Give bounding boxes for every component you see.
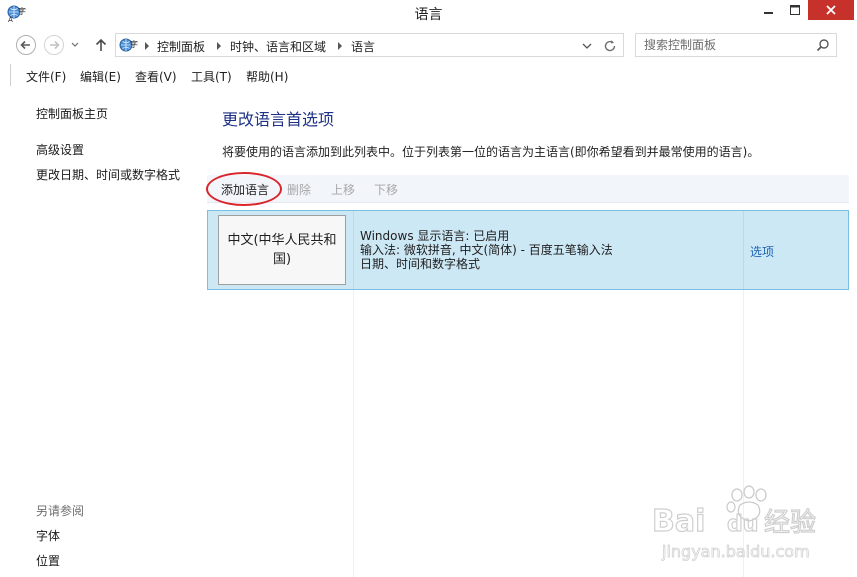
sidebar-link-location[interactable]: 位置 bbox=[36, 552, 60, 569]
row-divider bbox=[353, 211, 354, 289]
page-title: 更改语言首选项 bbox=[222, 110, 335, 129]
maximize-icon bbox=[790, 5, 800, 15]
svg-text:字: 字 bbox=[130, 39, 138, 49]
refresh-icon[interactable] bbox=[602, 38, 618, 54]
language-name-tile[interactable]: 中文(中华人民共和国) bbox=[218, 215, 346, 285]
move-up-button[interactable]: 上移 bbox=[331, 181, 355, 198]
sidebar-link-advanced-settings[interactable]: 高级设置 bbox=[36, 141, 84, 158]
search-icon[interactable] bbox=[816, 38, 830, 52]
language-options-link[interactable]: 选项 bbox=[750, 243, 774, 260]
breadcrumb-separator-icon[interactable] bbox=[144, 42, 150, 50]
menu-edit[interactable]: 编辑(E) bbox=[80, 68, 121, 85]
page-description: 将要使用的语言添加到此列表中。位于列表第一位的语言为主语言(即你希望看到并最常使… bbox=[222, 145, 760, 159]
remove-language-button[interactable]: 删除 bbox=[287, 181, 311, 198]
watermark-url: jingyan.baidu.com bbox=[661, 542, 810, 561]
baidu-jingyan-watermark: Bai du 经验 jingyan.baidu.com bbox=[652, 485, 817, 561]
language-detail-input-method: 输入法: 微软拼音, 中文(简体) - 百度五笔输入法 bbox=[360, 243, 613, 257]
language-details: Windows 显示语言: 已启用 输入法: 微软拼音, 中文(简体) - 百度… bbox=[360, 229, 613, 271]
search-input[interactable] bbox=[636, 34, 811, 56]
language-row[interactable]: 中文(中华人民共和国) Windows 显示语言: 已启用 输入法: 微软拼音,… bbox=[207, 210, 849, 290]
window-title: 语言 bbox=[414, 7, 443, 23]
search-box[interactable] bbox=[635, 33, 837, 57]
watermark-brand-du: du bbox=[727, 512, 758, 537]
add-language-highlight-circle bbox=[206, 172, 282, 206]
menu-file[interactable]: 文件(F) bbox=[26, 68, 66, 85]
menu-tools[interactable]: 工具(T) bbox=[191, 68, 232, 85]
recent-locations-chevron-icon[interactable] bbox=[70, 39, 80, 51]
see-also-heading: 另请参阅 bbox=[36, 504, 85, 518]
address-bar[interactable]: 字 控制面板 时钟、语言和区域 语言 bbox=[115, 33, 624, 57]
menu-bar: 文件(F) 编辑(E) 查看(V) 工具(T) 帮助(H) bbox=[10, 64, 850, 86]
breadcrumb-control-panel[interactable]: 控制面板 bbox=[157, 38, 205, 55]
sidebar-link-change-date-time-format[interactable]: 更改日期、时间或数字格式 bbox=[36, 166, 180, 183]
breadcrumb-clock-language-region[interactable]: 时钟、语言和区域 bbox=[230, 38, 326, 55]
chevron-down-icon[interactable] bbox=[581, 40, 593, 52]
sidebar-link-fonts[interactable]: 字体 bbox=[36, 527, 60, 544]
language-detail-format: 日期、时间和数字格式 bbox=[360, 257, 481, 271]
arrow-left-icon bbox=[20, 40, 30, 50]
menu-view[interactable]: 查看(V) bbox=[135, 68, 177, 85]
language-toolbar: 添加语言 删除 上移 下移 bbox=[207, 175, 849, 203]
maximize-button[interactable] bbox=[782, 0, 808, 20]
move-down-button[interactable]: 下移 bbox=[374, 181, 398, 198]
row-divider bbox=[743, 211, 744, 289]
breadcrumb-separator-icon[interactable] bbox=[216, 42, 222, 50]
minimize-button[interactable] bbox=[756, 0, 782, 20]
breadcrumb-language[interactable]: 语言 bbox=[351, 38, 375, 55]
title-bar: 字 A 语言 bbox=[0, 0, 857, 26]
watermark-brand: Bai bbox=[652, 504, 705, 539]
arrow-up-icon[interactable] bbox=[93, 37, 109, 53]
language-detail-display: Windows 显示语言: 已启用 bbox=[360, 229, 510, 243]
address-row: 字 控制面板 时钟、语言和区域 语言 bbox=[0, 30, 857, 60]
close-button[interactable] bbox=[808, 0, 854, 20]
watermark-cn: 经验 bbox=[764, 508, 816, 538]
minimize-icon bbox=[764, 12, 773, 14]
forward-button[interactable] bbox=[44, 35, 64, 55]
language-location-icon: 字 bbox=[119, 38, 138, 52]
sidebar-link-control-panel-home[interactable]: 控制面板主页 bbox=[36, 105, 108, 122]
close-icon bbox=[826, 5, 836, 15]
back-button[interactable] bbox=[16, 35, 36, 55]
arrow-right-icon bbox=[50, 40, 60, 50]
breadcrumb-separator-icon[interactable] bbox=[337, 42, 343, 50]
menu-help[interactable]: 帮助(H) bbox=[246, 68, 288, 85]
